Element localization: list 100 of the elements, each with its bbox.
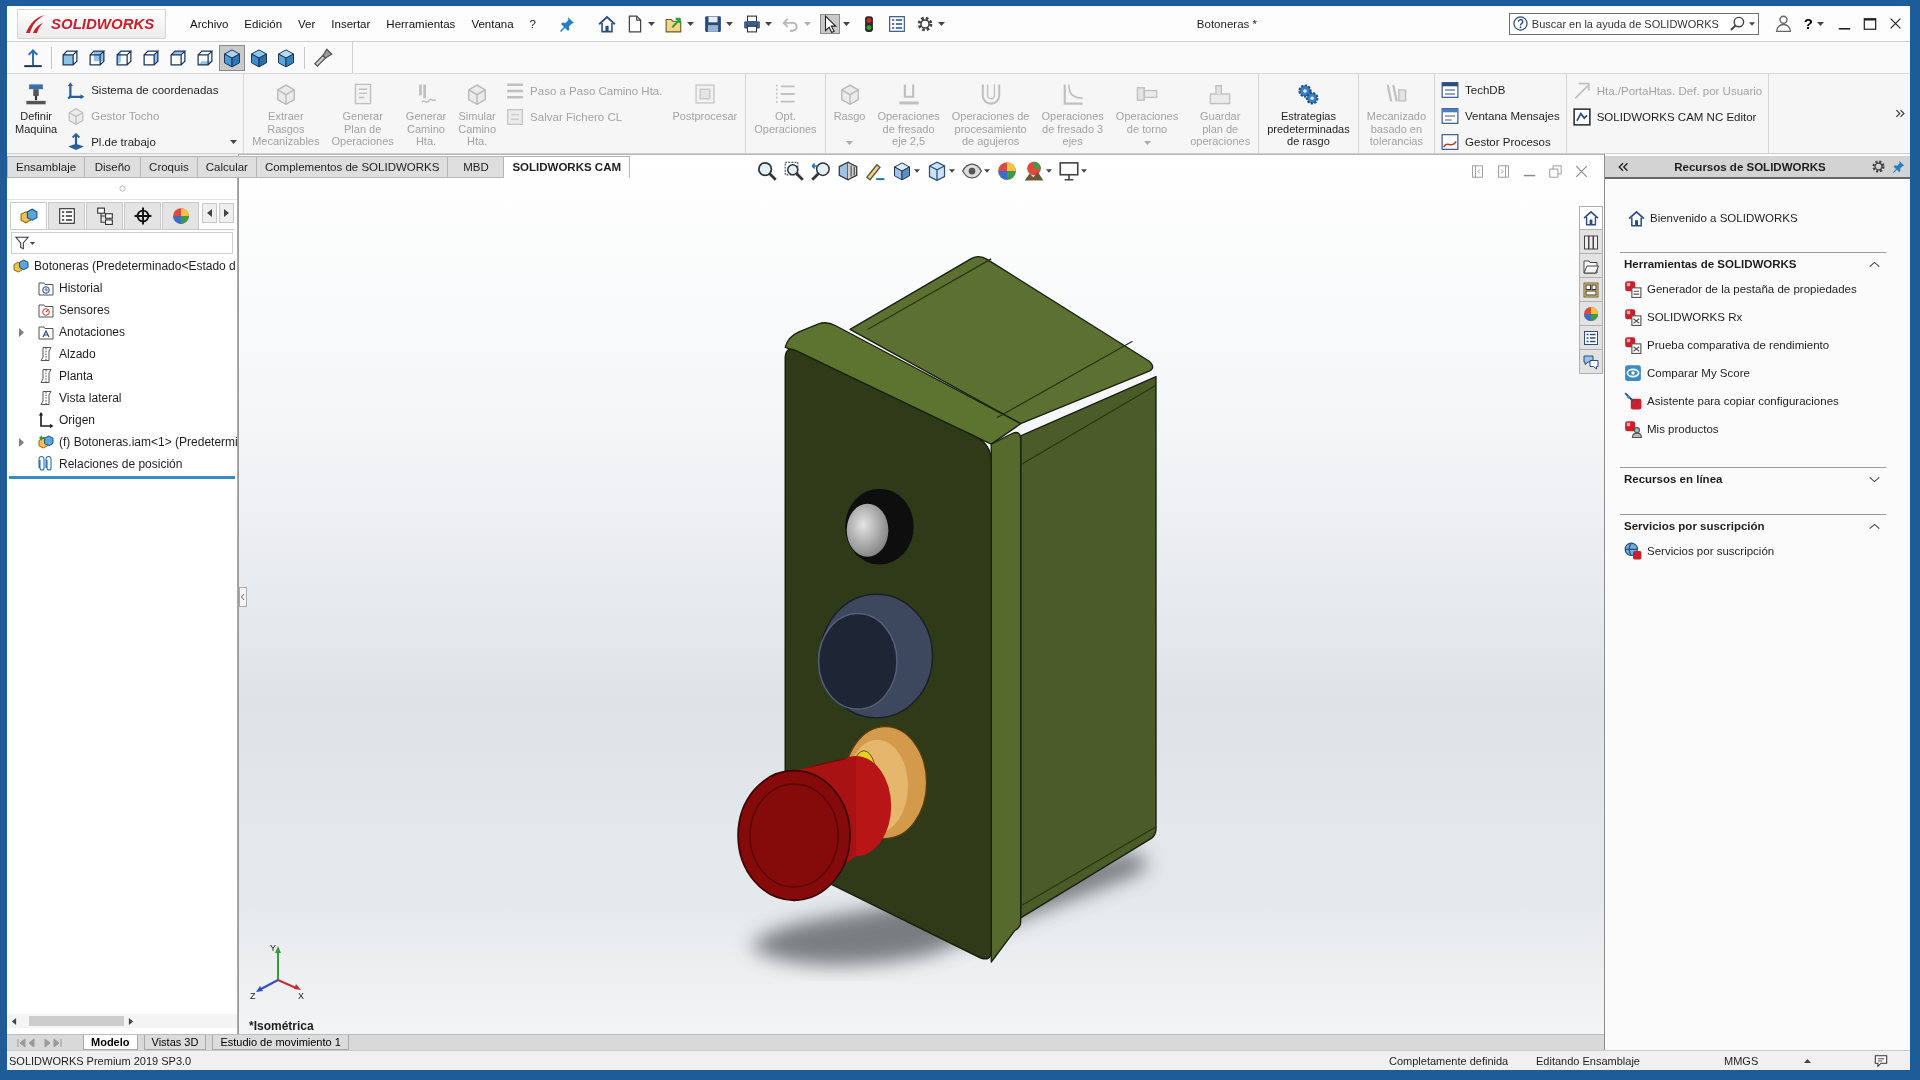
commandmanager-tab[interactable]: Complementos de SOLIDWORKS [256,156,449,178]
tree-item[interactable]: Vista lateral [59,391,122,405]
section-title[interactable]: Herramientas de SOLIDWORKS [1624,258,1797,270]
home-icon[interactable] [598,14,616,33]
commandmanager-tab[interactable]: MBD [448,156,505,178]
task-link[interactable]: SOLIDWORKS Rx [1647,311,1743,323]
task-pane-tab[interactable] [1579,254,1603,278]
section-title[interactable]: Recursos en línea [1624,473,1723,485]
caret-down-icon[interactable] [948,169,955,173]
task-link[interactable]: Comparar My Score [1647,367,1750,379]
caret-down-icon[interactable] [648,21,655,26]
pin-icon[interactable] [559,15,575,32]
caret-down-icon[interactable] [1045,169,1052,173]
task-link[interactable]: Asistente para copiar configuraciones [1647,395,1839,407]
caret-down-icon[interactable] [983,169,990,173]
cube-icon[interactable] [891,161,912,181]
tree-item[interactable]: Sensores [59,303,110,317]
tree-item[interactable]: Historial [59,281,103,295]
caret-down-icon[interactable] [938,21,945,26]
scroll-right-icon[interactable] [219,203,234,223]
task-link[interactable]: Prueba comparativa de rendimiento [1647,339,1830,351]
tree-item[interactable]: Planta [59,369,94,383]
user-icon[interactable] [1774,15,1792,32]
expand-arrow-icon[interactable] [18,327,24,337]
task-pane-tab[interactable] [1579,350,1603,374]
menu-item[interactable]: Insertar [323,11,379,36]
task-pane-tab[interactable] [1579,230,1603,254]
command-button[interactable]: Gestor Procesos [1437,130,1564,153]
double-chevron-left-icon[interactable] [1617,160,1629,173]
command-button[interactable]: Pl.de trabajo [63,130,242,153]
command-button[interactable]: Sistema de coordenadas [63,79,242,102]
command-button[interactable]: SOLIDWORKS CAM NC Editor [1568,105,1767,128]
command-button[interactable]: Definir Maquina [9,74,64,153]
commandmanager-tab[interactable]: Calcular [197,156,257,178]
collapse-handle-icon[interactable] [239,587,247,607]
close-icon[interactable] [1889,17,1902,30]
section-view-icon[interactable] [837,161,858,181]
tree-item[interactable]: Alzado [59,347,96,361]
tree-item[interactable]: Relaciones de posición [59,457,183,471]
caret-up-icon[interactable] [1804,1058,1811,1063]
color-ball-icon[interactable] [996,161,1017,181]
tree-item[interactable]: Origen [59,413,96,427]
section-title[interactable]: Servicios por suscripción [1624,520,1765,532]
menu-item[interactable]: Ventana [463,11,522,36]
speech-bubble-icon[interactable] [1874,1053,1888,1068]
grip-ring-icon[interactable] [118,185,126,192]
magnifier-icon[interactable] [756,161,777,181]
model-tab[interactable]: Vistas 3D [143,1035,207,1050]
caret-down-icon[interactable] [1817,21,1824,26]
task-pane-tab[interactable] [1579,278,1603,302]
tree-item[interactable]: Botoneras (Predeterminado<Estado d [34,259,236,273]
pin-icon[interactable] [1892,160,1905,173]
expand-arrow-icon[interactable] [18,437,24,447]
box-icon[interactable] [926,161,947,181]
search-field[interactable]: Buscar en la ayuda de SOLIDWORKS [1508,12,1759,35]
gear-icon[interactable] [1871,159,1886,174]
magnifier-arrow-icon[interactable] [810,161,831,181]
caret-down-icon[interactable] [726,21,733,26]
caret-down-icon[interactable] [913,169,920,173]
task-link[interactable]: Bienvenido a SOLIDWORKS [1650,212,1798,224]
scroll-left-icon[interactable] [202,203,217,223]
document-icon[interactable] [626,14,644,33]
scene-icon[interactable] [1023,161,1044,181]
pointer-icon[interactable] [821,14,839,33]
units-selector[interactable]: MMGS [1712,1054,1804,1067]
task-pane-tab[interactable] [1579,326,1603,350]
gear-icon[interactable] [916,14,934,33]
menu-item[interactable]: Ver [290,11,324,36]
command-button[interactable]: Ventana Mensajes [1437,104,1564,128]
menu-item[interactable]: Archivo [182,11,237,36]
panel-tab[interactable] [124,202,161,229]
task-pane-tab[interactable] [1579,206,1603,230]
printer-icon[interactable] [743,14,761,33]
task-link[interactable]: Generador de la pestaña de propiedades [1647,283,1857,295]
commandmanager-tab[interactable]: SOLIDWORKS CAM [504,156,630,178]
caret-down-icon[interactable] [765,21,772,26]
commandmanager-tab[interactable]: Croquis [141,156,198,178]
caret-down-icon[interactable] [1080,169,1087,173]
tree-item[interactable]: Anotaciones [59,325,126,339]
model-tab[interactable]: Estudio de movimiento 1 [212,1035,349,1050]
panel-tab[interactable] [48,202,85,229]
pencil-icon[interactable] [864,161,885,181]
caret-down-icon[interactable] [843,21,850,26]
menu-item[interactable]: Edición [236,11,291,36]
help-button[interactable]: ? [1799,15,1817,32]
maximize-icon[interactable] [1863,16,1877,31]
menu-item[interactable]: Herramientas [378,11,464,36]
magnifier-icon[interactable] [783,161,804,181]
command-button[interactable]: TechDB [1437,79,1564,102]
shaded-cube-icon[interactable] [220,45,244,70]
search-icon[interactable] [1729,16,1745,31]
scroll-left-icon[interactable] [11,1016,17,1026]
monitor-icon[interactable] [1058,161,1079,181]
eye-icon[interactable] [961,161,982,181]
list-icon[interactable] [888,14,906,33]
caret-down-icon[interactable] [1748,21,1755,26]
tree-item[interactable]: (f) Botoneras.iam<1> (Predetermi [59,435,238,449]
model-tab[interactable]: Modelo [83,1035,138,1050]
flashlight-icon[interactable] [311,45,335,70]
menu-item[interactable]: ? [521,11,544,36]
